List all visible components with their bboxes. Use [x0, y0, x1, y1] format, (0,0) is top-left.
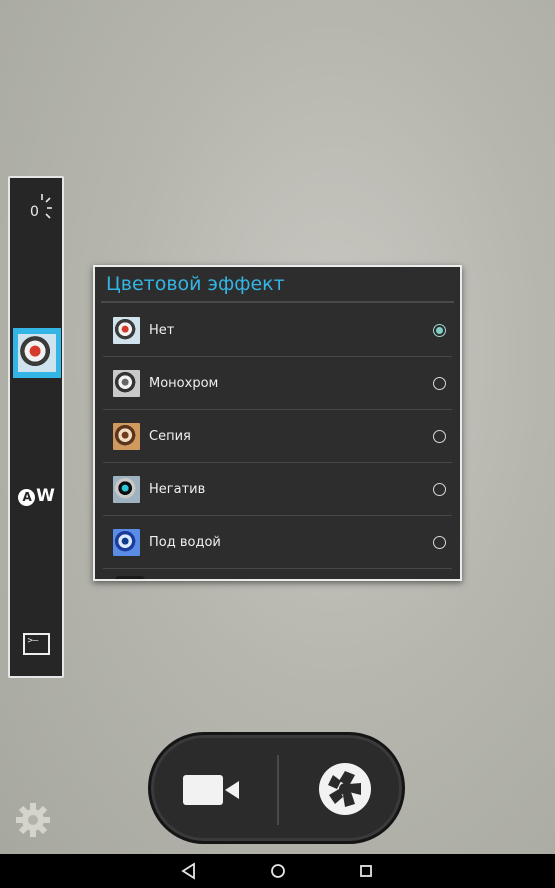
scene-mode-icon: >–	[22, 633, 50, 655]
radio-unselected[interactable]	[433, 535, 446, 549]
effect-option-aqua[interactable]: Под водой	[103, 516, 452, 569]
color-effect-icon	[18, 334, 56, 372]
effect-sepia-thumb-icon	[113, 422, 140, 450]
recents-button[interactable]	[356, 861, 376, 881]
effect-aqua-thumb-icon	[113, 528, 140, 556]
home-button[interactable]	[268, 861, 288, 881]
gear-icon	[16, 803, 50, 837]
radio-unselected[interactable]	[433, 429, 446, 443]
effect-option-mono[interactable]: Монохром	[103, 357, 452, 410]
next-option-peek	[115, 576, 145, 579]
effect-option-label: Сепия	[149, 428, 191, 444]
color-effect-button[interactable]	[13, 328, 61, 378]
photo-shutter-button[interactable]	[315, 759, 375, 819]
recents-icon	[360, 865, 372, 877]
capture-divider	[277, 755, 279, 825]
system-navigation-bar	[0, 854, 555, 888]
title-divider	[101, 301, 454, 303]
effect-option-label: Нет	[149, 322, 175, 338]
exposure-value: 0	[30, 204, 39, 220]
radio-selected[interactable]	[433, 323, 446, 337]
effect-mono-thumb-icon	[113, 369, 140, 397]
effect-option-sepia[interactable]: Сепия	[103, 410, 452, 463]
radio-unselected[interactable]	[433, 482, 446, 496]
video-camera-icon	[183, 775, 239, 805]
white-balance-button[interactable]: AW	[10, 478, 62, 514]
capture-controls	[148, 732, 405, 844]
camera-controls-sidebar: 0 AW >–	[8, 176, 64, 678]
dialog-title: Цветовой эффект	[106, 273, 285, 295]
effect-option-label: Монохром	[149, 375, 219, 391]
effect-option-label: Негатив	[149, 481, 206, 497]
exposure-button[interactable]: 0	[10, 188, 62, 228]
effect-option-none[interactable]: Нет	[103, 304, 452, 357]
effect-option-negative[interactable]: Негатив	[103, 463, 452, 516]
scene-mode-button[interactable]: >–	[10, 626, 62, 662]
effect-option-label: Под водой	[149, 534, 221, 550]
white-balance-auto-icon: AW	[18, 486, 55, 506]
home-icon	[271, 864, 285, 878]
settings-button[interactable]	[13, 800, 53, 840]
effect-negative-thumb-icon	[113, 475, 140, 503]
color-effect-dialog: Цветовой эффект Нет Монохром Сепия Негат…	[93, 265, 462, 581]
back-icon	[181, 862, 195, 880]
effect-none-thumb-icon	[113, 316, 140, 344]
radio-unselected[interactable]	[433, 376, 446, 390]
back-button[interactable]	[179, 861, 199, 881]
video-record-button[interactable]	[181, 771, 241, 807]
shutter-icon	[319, 763, 371, 815]
